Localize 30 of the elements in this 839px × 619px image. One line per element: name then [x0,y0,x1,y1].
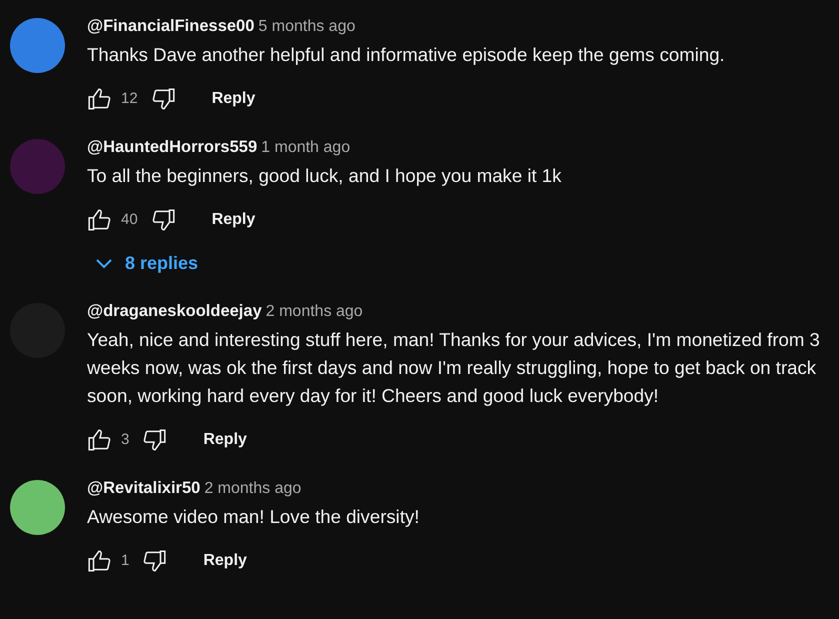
thumbs-down-icon[interactable] [150,207,176,233]
thumbs-up-icon[interactable] [87,427,113,453]
replies-toggle[interactable]: 8 replies [87,246,206,281]
thumbs-up-icon[interactable] [87,207,113,233]
thumbs-up-icon[interactable] [87,86,113,112]
like-count: 1 [121,550,130,571]
comment-author[interactable]: @HauntedHorrors559 [87,138,258,156]
thumbs-down-icon[interactable] [150,86,176,112]
comment-time[interactable]: 2 months ago [266,303,363,320]
comment-author[interactable]: @FinancialFinesse00 [87,17,254,35]
reply-button[interactable]: Reply [200,202,268,238]
comment-text: Awesome video man! Love the diversity! [87,505,420,529]
like-count: 3 [121,430,130,450]
like-count: 40 [121,210,138,230]
thumbs-down-icon[interactable] [141,548,168,574]
like-count: 12 [121,88,138,109]
thumbs-down-icon[interactable] [141,427,168,453]
comment-time[interactable]: 2 months ago [204,480,302,497]
comment-text: Yeah, nice and interesting stuff here, man! Thanks for your advices, I'm monetized from 3 weeks now, was ok the first days and now I'm really struggling, hope to get back on track soon, working hard every day for it! Cheers and good luck everybody! [87,328,821,408]
chevron-down-icon [95,258,113,270]
reply-button[interactable]: Reply [191,422,259,458]
comment-time[interactable]: 5 months ago [258,18,356,35]
comment-author[interactable]: @Revitalixir50 [87,479,200,497]
comment-text: To all the beginners, good luck, and I hope you make it 1k [87,164,562,188]
comment-author[interactable]: @draganeskooldeejay [87,302,262,320]
comment-text: Thanks Dave another helpful and informative episode keep the gems coming. [87,43,726,67]
reply-button[interactable]: Reply [200,81,268,117]
thumbs-up-icon[interactable] [87,548,113,574]
reply-button[interactable]: Reply [191,543,259,579]
comment-time[interactable]: 1 month ago [261,139,350,156]
